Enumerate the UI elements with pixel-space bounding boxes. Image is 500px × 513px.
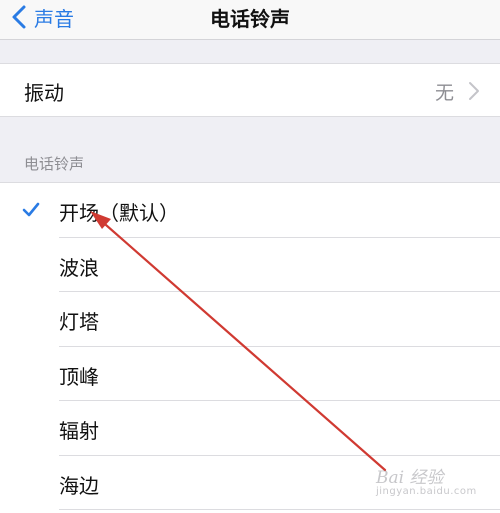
chevron-right-icon bbox=[469, 82, 479, 100]
ringtone-item-waves[interactable]: 波浪 bbox=[0, 238, 500, 293]
ringtone-item-lighthouse[interactable]: 灯塔 bbox=[0, 292, 500, 347]
watermark-url: jingyan.baidu.com bbox=[376, 486, 477, 497]
ringtone-label: 海边 bbox=[59, 473, 99, 498]
ringtone-label: 开场（默认） bbox=[59, 201, 179, 225]
ringtone-item-radiate[interactable]: 辐射 bbox=[0, 401, 500, 456]
watermark-brand: Bai 经验 bbox=[376, 468, 444, 488]
ringtone-label: 顶峰 bbox=[59, 364, 99, 389]
ringtone-label: 灯塔 bbox=[59, 310, 99, 334]
ringtone-label: 波浪 bbox=[59, 255, 99, 280]
navigation-bar: 声音 电话铃声 bbox=[0, 0, 500, 40]
ringtone-label: 辐射 bbox=[59, 419, 99, 443]
checkmark-icon bbox=[22, 202, 40, 217]
watermark-logo: Bai 经验 jingyan.baidu.com bbox=[376, 463, 486, 503]
vibration-row[interactable]: 振动 无 bbox=[0, 63, 500, 117]
section-header-ringtones: 电话铃声 bbox=[24, 155, 85, 173]
page-title: 电话铃声 bbox=[210, 7, 290, 31]
ringtone-item-summit[interactable]: 顶峰 bbox=[0, 347, 500, 402]
ringtone-item-opening[interactable]: 开场（默认） bbox=[0, 183, 500, 238]
vibration-label: 振动 bbox=[24, 81, 64, 105]
vibration-value: 无 bbox=[434, 82, 454, 104]
